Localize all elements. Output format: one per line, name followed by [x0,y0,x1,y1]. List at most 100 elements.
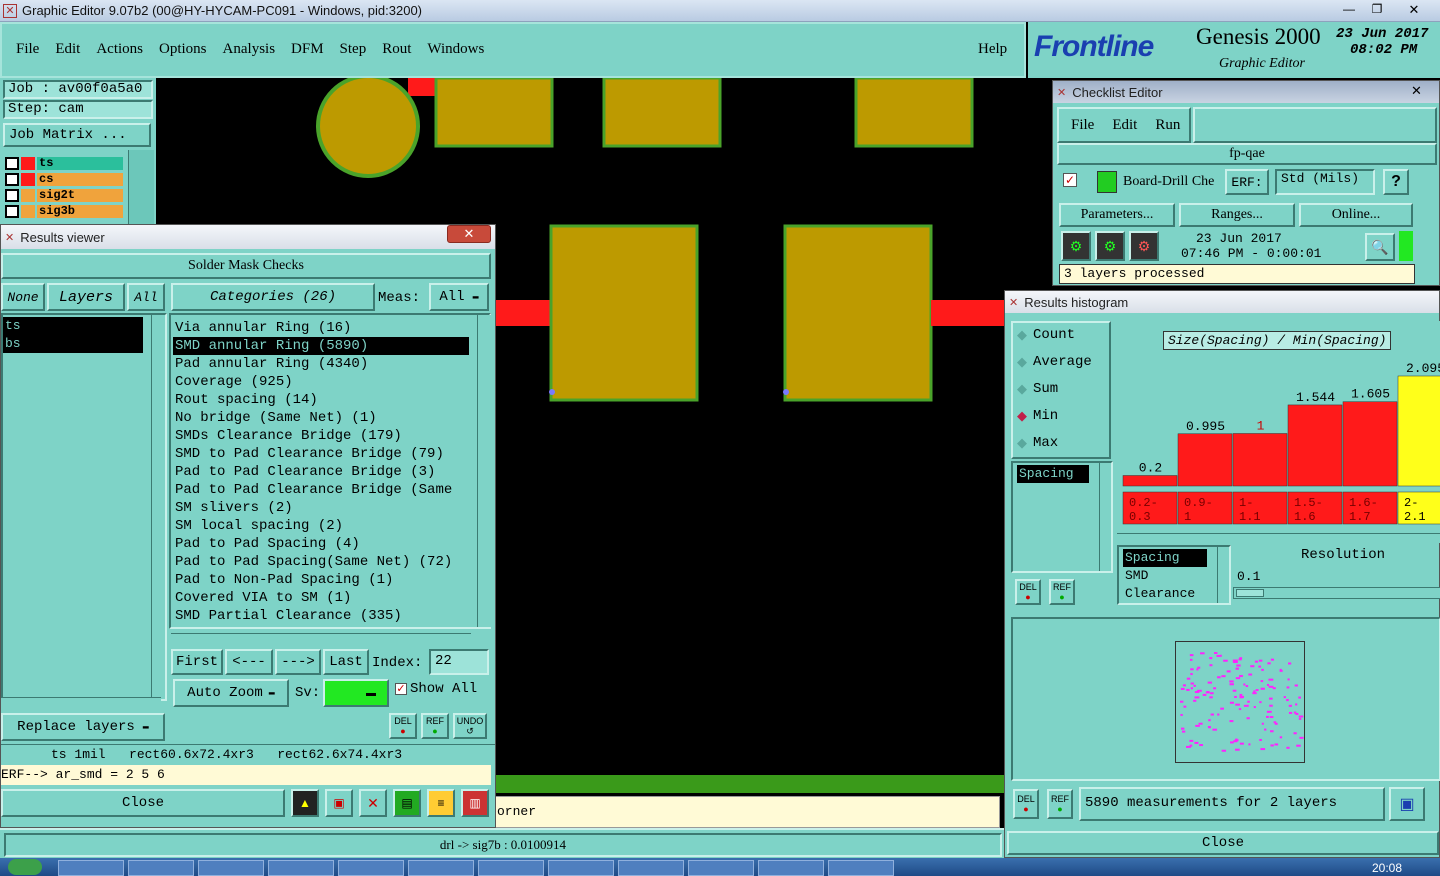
menu-file[interactable]: File [16,41,39,58]
hist-ref-button[interactable]: REF ● [1049,579,1075,605]
parameters-button[interactable]: Parameters... [1059,203,1175,227]
layer-list-vscroll[interactable] [151,315,165,699]
size-clearance[interactable]: Clearance [1123,585,1195,603]
histogram-bar[interactable] [1287,404,1343,487]
taskbar-app[interactable] [548,860,614,876]
menu-dfm[interactable]: DFM [291,41,324,58]
results-viewer-close-x[interactable]: ✕ [447,225,491,243]
aggregate-option-count[interactable]: ◆ Count [1017,327,1075,343]
resolution-slider[interactable] [1233,587,1440,599]
zoom-tool-icon[interactable]: ▣ [325,789,353,817]
zoom-results-icon[interactable]: 🔍 [1365,233,1395,261]
checklist-menu-file[interactable]: File [1071,117,1094,134]
size-list-scrollbar[interactable] [1217,547,1229,603]
action-name[interactable]: Board-Drill Che [1123,174,1225,190]
next-button[interactable]: ---> [275,649,321,675]
layer-color-swatch[interactable] [21,173,35,186]
taskbar-app[interactable] [478,860,544,876]
action-checkbox[interactable]: ✓ [1063,173,1077,187]
histogram-bar[interactable] [1232,433,1288,487]
aggregate-option-min[interactable]: ◆ Min [1017,408,1058,424]
histogram-bar[interactable] [1342,401,1398,487]
layer-row-ts[interactable]: ts [5,156,123,171]
layer-name[interactable]: cs [37,173,123,186]
menu-rout[interactable]: Rout [382,41,411,58]
category-item[interactable]: SMD to Pad Clearance Bridge (79) [173,445,469,463]
measure-spacing[interactable]: Spacing [1017,465,1089,483]
menu-actions[interactable]: Actions [96,41,143,58]
category-item[interactable]: Coverage (925) [173,373,469,391]
minimize-button[interactable]: — [1336,2,1362,18]
clear-tool-icon[interactable]: ✕ [359,789,387,817]
ranges-button[interactable]: Ranges... [1179,203,1295,227]
taskbar-app[interactable] [618,860,684,876]
aggregate-option-max[interactable]: ◆ Max [1017,435,1058,451]
taskbar-app[interactable] [828,860,894,876]
menu-step[interactable]: Step [340,41,367,58]
histogram-bar[interactable] [1397,375,1440,487]
taskbar-app[interactable] [338,860,404,876]
stop-icon[interactable]: ⚙ [1129,231,1159,261]
results-close-button[interactable]: Close [1,789,285,817]
last-button[interactable]: Last [323,649,369,675]
layer-color-swatch[interactable] [21,205,35,218]
replace-layers-dropdown[interactable]: Replace layers ▬ [1,713,165,741]
online-button[interactable]: Online... [1299,203,1413,227]
run-all-icon[interactable]: ⚙ [1095,231,1125,261]
menu-analysis[interactable]: Analysis [223,41,276,58]
layer-checkbox[interactable] [5,173,19,186]
layer-checkbox[interactable] [5,189,19,202]
menu-help[interactable]: Help [978,41,1007,58]
category-item[interactable]: No bridge (Same Net) (1) [173,409,469,427]
maximize-button[interactable]: ❐ [1364,2,1390,18]
category-item[interactable]: SMD Partial Clearance (335) [173,607,469,625]
highlight-tool-icon[interactable]: ▲ [291,789,319,817]
checklist-menu-run[interactable]: Run [1155,117,1180,134]
layer-result-ts[interactable]: ts [3,317,143,335]
layer-row-sig2t[interactable]: sig2t [5,188,123,203]
layer-row-cs[interactable]: cs [5,172,123,187]
del-button[interactable]: DEL ● [389,713,417,739]
category-item[interactable]: SM slivers (2) [173,499,469,517]
hist-del-button[interactable]: DEL ● [1015,579,1041,605]
histogram-bar[interactable] [1122,475,1178,487]
layer-name[interactable]: sig2t [37,189,123,202]
checklist-close-x[interactable]: ✕ [1411,83,1422,99]
layer-list-scrollbar[interactable] [128,150,154,228]
layer-result-bs[interactable]: bs [3,335,143,353]
category-item[interactable]: Pad to Pad Clearance Bridge (Same [173,481,469,499]
layer-row-sig3b[interactable]: sig3b [5,204,123,219]
histogram-hscroll[interactable] [1117,533,1440,543]
category-item[interactable]: Pad annular Ring (4340) [173,355,469,373]
close-window-button[interactable]: ✕ [1394,2,1434,18]
category-list-vscroll[interactable] [477,315,491,627]
report-tool-icon[interactable]: ≡ [427,789,455,817]
show-all-checkbox[interactable]: ✓ [395,683,407,695]
measure-list-scrollbar[interactable] [1099,463,1111,571]
taskbar-app[interactable] [688,860,754,876]
taskbar-app[interactable] [758,860,824,876]
taskbar-app[interactable] [268,860,334,876]
aggregate-option-average[interactable]: ◆ Average [1017,354,1092,370]
layers-all-button[interactable]: All [127,283,165,311]
layer-checkbox[interactable] [5,157,19,170]
category-item[interactable]: Rout spacing (14) [173,391,469,409]
category-item[interactable]: Pad to Non-Pad Spacing (1) [173,571,469,589]
auto-zoom-dropdown[interactable]: Auto Zoom ▬ [173,679,289,707]
taskbar-app[interactable] [198,860,264,876]
category-item[interactable]: Pad to Pad Spacing(Same Net) (72) [173,553,469,571]
category-list-hscroll[interactable] [171,633,471,645]
category-item[interactable]: SMD annular Ring (5890) [173,337,469,355]
undo-button[interactable]: UNDO ↺ [453,713,487,739]
resolution-slider-thumb[interactable] [1236,589,1264,597]
meas-dropdown[interactable]: All ▬ [429,283,489,311]
ref-button[interactable]: REF ● [421,713,449,739]
export-icon[interactable]: ▣ [1389,787,1425,821]
index-input[interactable]: 22 [429,649,489,675]
taskbar-app[interactable] [58,860,124,876]
category-item[interactable]: SM local spacing (2) [173,517,469,535]
layer-name[interactable]: sig3b [37,205,123,218]
checklist-menu-edit[interactable]: Edit [1112,117,1137,134]
layer-color-swatch[interactable] [21,189,35,202]
start-button[interactable] [8,859,42,875]
